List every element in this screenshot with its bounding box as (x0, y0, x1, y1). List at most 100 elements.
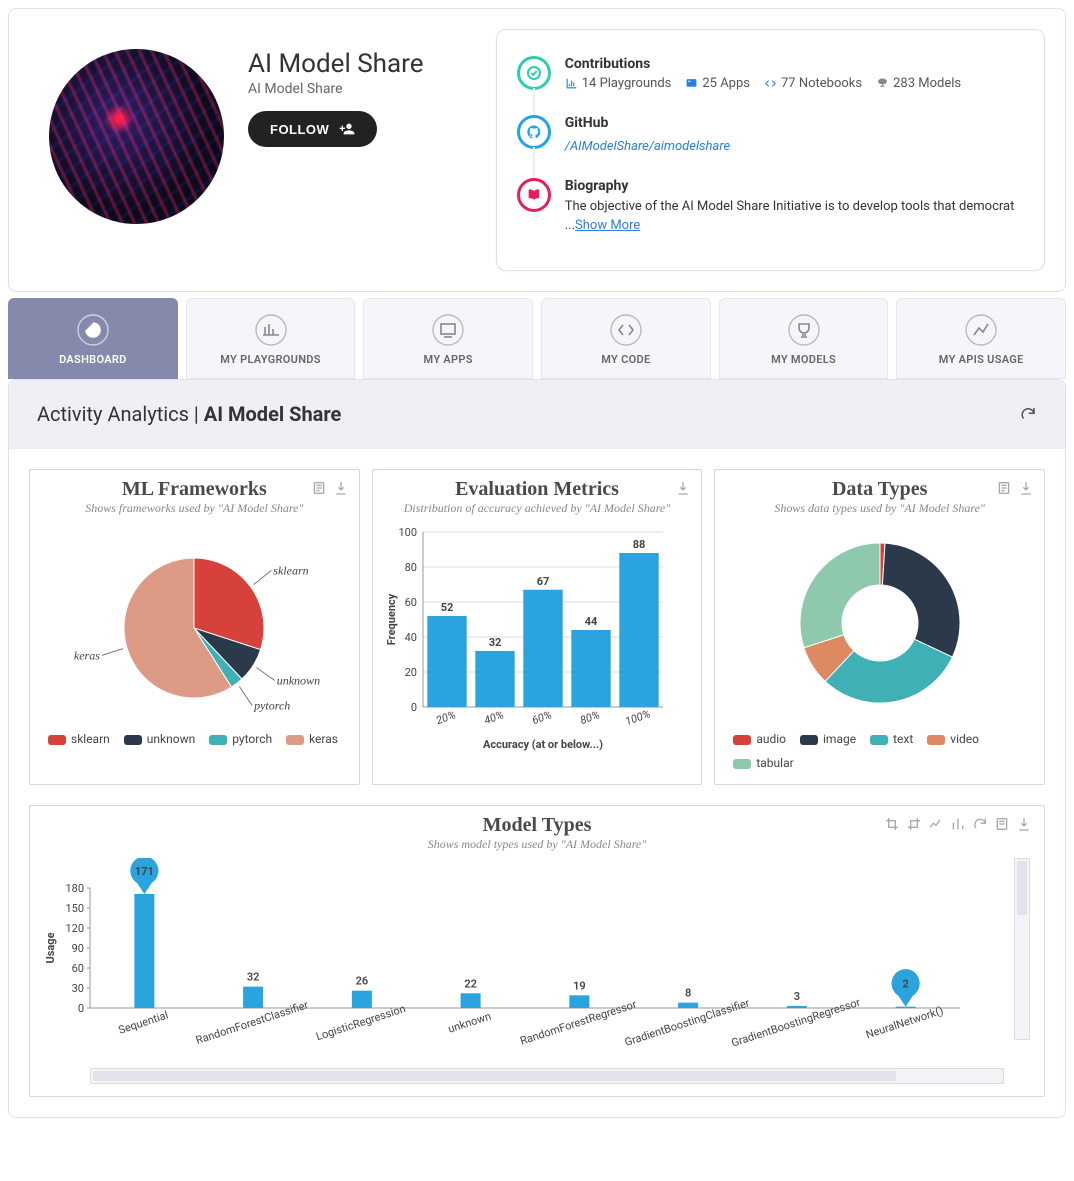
svg-text:8: 8 (685, 986, 691, 999)
contributions-line: 14 Playgrounds 25 Apps 77 Notebooks 283 … (565, 76, 961, 91)
svg-text:2: 2 (902, 977, 908, 990)
biography-text: The objective of the AI Model Share Init… (565, 198, 1024, 236)
svg-text:67: 67 (536, 574, 549, 587)
chart-ml-frameworks: ML Frameworks Shows frameworks used by "… (29, 469, 360, 785)
svg-text:26: 26 (356, 974, 369, 987)
profile-card: AI Model Share AI Model Share FOLLOW Con… (8, 8, 1066, 292)
chart-subtitle: Distribution of accuracy achieved by "AI… (383, 501, 692, 516)
svg-text:90: 90 (72, 942, 84, 955)
download-icon[interactable] (1018, 480, 1034, 496)
profile-left: AI Model Share AI Model Share FOLLOW (29, 29, 472, 271)
svg-text:3: 3 (794, 990, 800, 1003)
svg-text:pytorch: pytorch (253, 698, 290, 712)
list-icon[interactable] (994, 816, 1010, 832)
tab-my-models[interactable]: MY MODELS (719, 298, 889, 379)
profile-subtitle: AI Model Share (248, 81, 424, 97)
line-chart-icon[interactable] (928, 816, 944, 832)
svg-text:unknown: unknown (446, 1009, 492, 1035)
svg-text:60: 60 (72, 962, 84, 975)
svg-text:32: 32 (247, 970, 260, 983)
chart-icon (565, 77, 578, 90)
download-icon[interactable] (333, 480, 349, 496)
chart-subtitle: Shows data types used by "AI Model Share… (725, 501, 1034, 516)
chart-eval-metrics: Evaluation Metrics Distribution of accur… (372, 469, 703, 785)
tab-my-playgrounds[interactable]: MY PLAYGROUNDS (186, 298, 356, 379)
chart-title: ML Frameworks (40, 478, 349, 501)
trophy-icon (876, 77, 889, 90)
refresh-icon[interactable] (1019, 405, 1037, 423)
list-icon[interactable] (996, 480, 1012, 496)
follow-label: FOLLOW (270, 122, 329, 137)
svg-text:44: 44 (584, 615, 597, 628)
svg-text:171: 171 (135, 865, 154, 878)
github-icon (517, 115, 551, 149)
download-icon[interactable] (1016, 816, 1032, 832)
person-add-icon (339, 121, 355, 137)
bar-chart-icon[interactable] (950, 816, 966, 832)
crop-rotate-icon[interactable] (906, 816, 922, 832)
tabs: DASHBOARDMY PLAYGROUNDSMY APPSMY CODEMY … (8, 298, 1066, 379)
svg-text:120: 120 (65, 922, 84, 935)
svg-text:GradientBoostingRegressor: GradientBoostingRegressor (730, 995, 862, 1049)
legend: sklearnunknownpytorchkeras (40, 724, 349, 748)
svg-text:20%: 20% (434, 708, 457, 727)
code-icon (764, 77, 777, 90)
svg-text:Accuracy (at or below...): Accuracy (at or below...) (483, 738, 603, 751)
svg-text:0: 0 (78, 1002, 84, 1015)
svg-text:Frequency: Frequency (385, 593, 398, 645)
contributions-title: Contributions (565, 56, 961, 72)
svg-text:150: 150 (65, 902, 84, 915)
svg-text:sklearn: sklearn (274, 563, 309, 577)
bar-chart: 0306090120150180171Sequential32RandomFor… (40, 858, 970, 1058)
biography-title: Biography (565, 178, 1024, 194)
horizontal-scrollbar[interactable] (90, 1068, 1004, 1084)
svg-text:Usage: Usage (44, 932, 57, 963)
show-more-link[interactable]: Show More (575, 218, 640, 233)
svg-text:40: 40 (404, 631, 416, 644)
tab-my-code[interactable]: MY CODE (541, 298, 711, 379)
info-box: Contributions 14 Playgrounds 25 Apps 77 … (496, 29, 1045, 271)
list-icon[interactable] (311, 480, 327, 496)
pie-chart: sklearn unknown pytorch keras (59, 528, 329, 718)
github-title: GitHub (565, 115, 730, 131)
avatar (49, 49, 224, 224)
analytics-card: Activity Analytics | AI Model Share ML F… (8, 379, 1066, 1118)
svg-text:52: 52 (440, 601, 453, 614)
svg-text:60%: 60% (530, 708, 553, 727)
chart-subtitle: Shows model types used by "AI Model Shar… (40, 837, 1034, 852)
tab-dashboard[interactable]: DASHBOARD (8, 298, 178, 379)
download-icon[interactable] (675, 480, 691, 496)
profile-name: AI Model Share (248, 49, 424, 79)
chart-subtitle: Shows frameworks used by "AI Model Share… (40, 501, 349, 516)
svg-text:Sequential: Sequential (117, 1008, 170, 1036)
follow-button[interactable]: FOLLOW (248, 111, 377, 147)
svg-text:60: 60 (404, 596, 416, 609)
tab-my-apps[interactable]: MY APPS (363, 298, 533, 379)
svg-text:0: 0 (410, 701, 416, 714)
svg-text:NeuralNetwork(): NeuralNetwork() (864, 1004, 945, 1041)
tab-my-apis-usage[interactable]: MY APIS USAGE (896, 298, 1066, 379)
svg-text:32: 32 (488, 636, 501, 649)
analytics-title: Activity Analytics | AI Model Share (37, 402, 341, 426)
legend: audioimagetextvideotabular (725, 724, 1034, 772)
bar-chart: 0204060801005220%3240%6760%4480%88100%Ac… (383, 522, 673, 752)
svg-text:unknown: unknown (277, 673, 320, 687)
github-link[interactable]: /AIModelShare/aimodelshare (565, 139, 730, 154)
svg-text:88: 88 (632, 538, 645, 551)
chart-title: Data Types (725, 478, 1034, 501)
svg-text:180: 180 (65, 882, 84, 895)
app-icon (685, 77, 698, 90)
svg-text:30: 30 (72, 982, 84, 995)
book-icon (517, 178, 551, 212)
chart-title: Evaluation Metrics (383, 478, 692, 501)
vertical-scrollbar[interactable] (1014, 858, 1030, 1040)
svg-text:100%: 100% (623, 707, 652, 728)
donut-chart (750, 528, 1010, 718)
crop-rotate-icon[interactable] (884, 816, 900, 832)
refresh-icon[interactable] (972, 816, 988, 832)
chart-model-types: Model Types Shows model types used by "A… (29, 805, 1045, 1097)
svg-text:19: 19 (573, 979, 586, 992)
svg-text:20: 20 (404, 666, 416, 679)
svg-text:keras: keras (74, 648, 100, 662)
svg-text:80: 80 (404, 561, 416, 574)
